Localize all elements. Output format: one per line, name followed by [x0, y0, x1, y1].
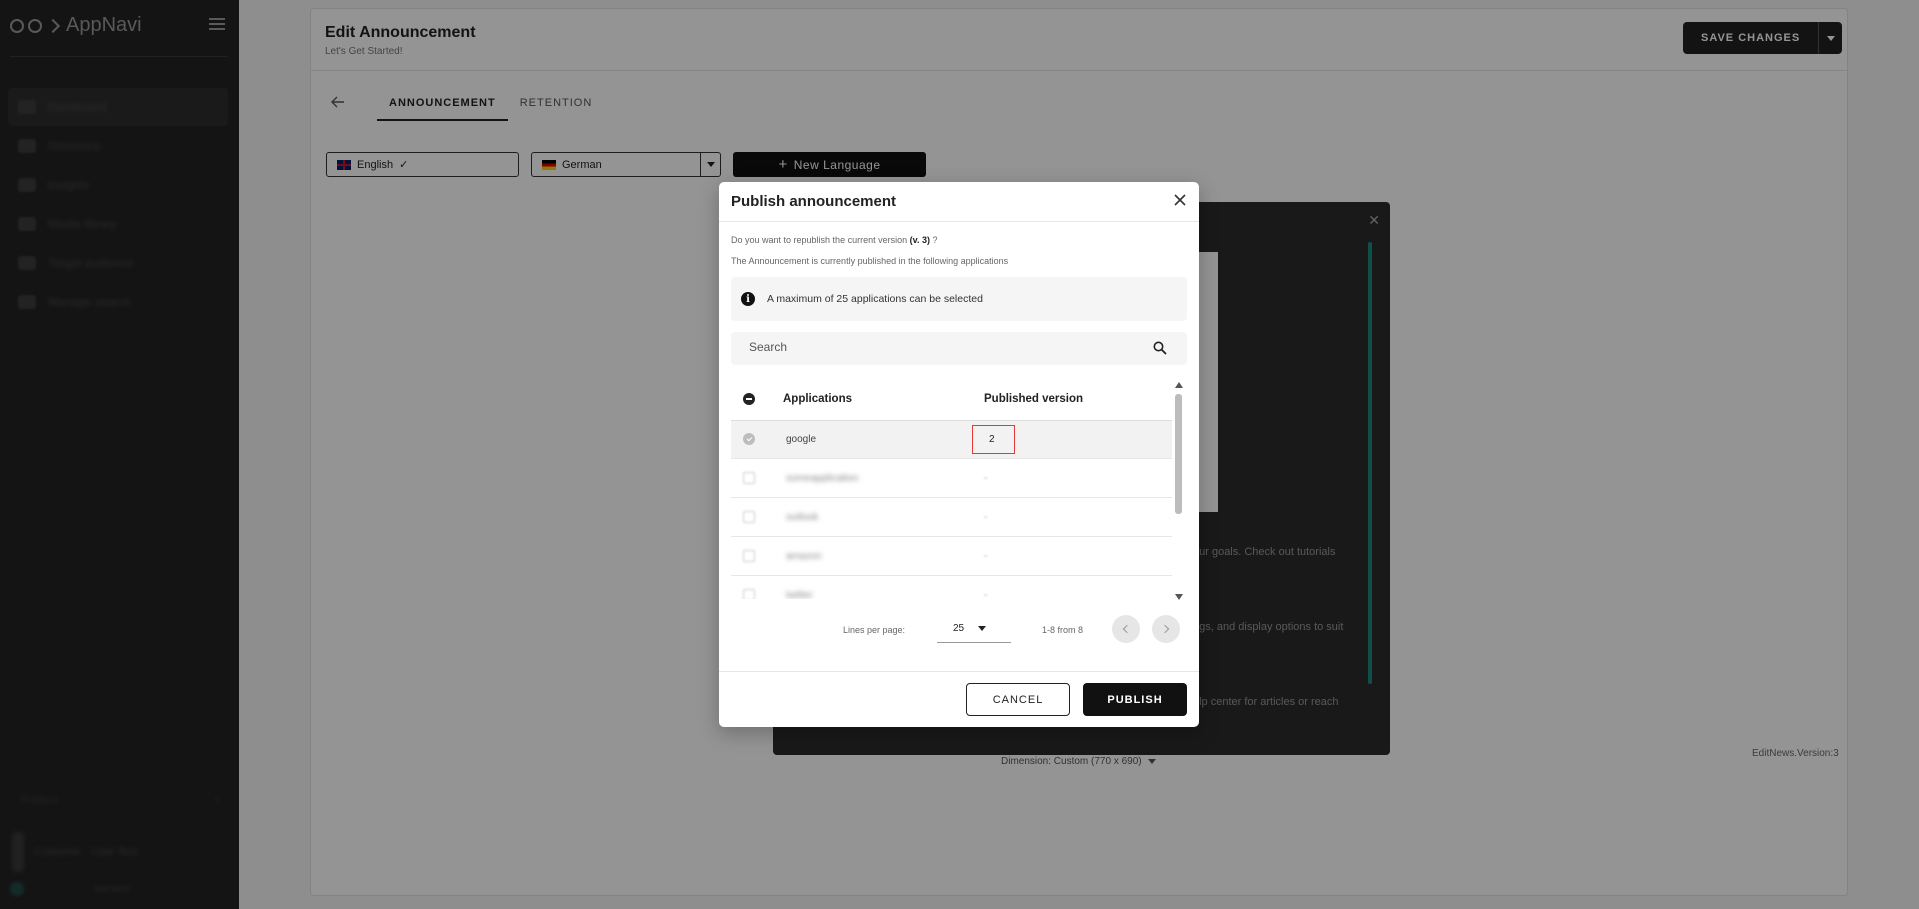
row-version: -	[984, 512, 988, 523]
info-text: A maximum of 25 applications can be sele…	[767, 293, 983, 305]
republish-question: Do you want to republish the current ver…	[731, 235, 937, 245]
applications-table: Applications Published version google 2 …	[731, 381, 1172, 599]
modal-divider	[719, 221, 1199, 222]
modal-footer-divider	[719, 671, 1199, 672]
info-icon: i	[741, 292, 755, 306]
deselect-all-checkbox[interactable]	[743, 393, 755, 405]
search-icon[interactable]	[1153, 341, 1167, 355]
next-page-button[interactable]	[1152, 615, 1180, 643]
version-label: (v. 3)	[909, 235, 930, 245]
pagination: Lines per page: 25 1-8 from 8	[719, 615, 1199, 645]
scroll-thumb[interactable]	[1175, 394, 1182, 514]
row-app-name: twitter	[786, 590, 813, 599]
cancel-button[interactable]: CANCEL	[966, 683, 1070, 716]
row-checkbox[interactable]	[743, 472, 755, 484]
publish-modal: Publish announcement Do you want to repu…	[719, 182, 1199, 727]
table-row[interactable]: google 2	[731, 421, 1172, 459]
row-version: -	[984, 473, 988, 484]
info-banner: i A maximum of 25 applications can be se…	[731, 277, 1187, 321]
row-app-name: google	[786, 434, 817, 445]
table-row[interactable]: someapplication -	[731, 460, 1172, 498]
lines-per-page-label: Lines per page:	[843, 625, 906, 635]
chevron-left-icon	[1122, 624, 1132, 634]
table-row[interactable]: outlook -	[731, 499, 1172, 537]
lines-per-page-value: 25	[953, 623, 965, 634]
table-row[interactable]: amazon -	[731, 538, 1172, 576]
published-info: The Announcement is currently published …	[731, 256, 1009, 266]
chevron-right-icon	[1160, 624, 1170, 634]
previous-page-button[interactable]	[1112, 615, 1140, 643]
row-app-name: outlook	[786, 512, 819, 523]
column-published-version: Published version	[984, 393, 1084, 405]
version-field[interactable]: 2	[972, 425, 1015, 454]
table-header: Applications Published version	[731, 381, 1172, 421]
scroll-up-icon[interactable]	[1175, 382, 1183, 388]
close-icon[interactable]	[1171, 191, 1189, 209]
row-checkbox[interactable]	[743, 589, 755, 599]
row-app-name: amazon	[786, 551, 822, 562]
chevron-down-icon	[978, 626, 987, 631]
scroll-down-icon[interactable]	[1175, 594, 1183, 600]
row-version: -	[984, 590, 988, 599]
row-checkbox[interactable]	[743, 511, 755, 523]
column-applications: Applications	[783, 393, 853, 405]
table-scrollbar[interactable]	[1174, 382, 1183, 600]
search-field	[731, 332, 1187, 365]
row-app-name: someapplication	[786, 473, 859, 484]
page-count: 1-8 from 8	[1042, 625, 1084, 635]
lines-per-page-select[interactable]: 25	[937, 615, 1011, 643]
publish-button[interactable]: PUBLISH	[1083, 683, 1187, 716]
row-version: -	[984, 551, 988, 562]
question-text: Do you want to republish the current ver…	[731, 235, 908, 245]
row-checkbox[interactable]	[743, 550, 755, 562]
search-input[interactable]	[749, 340, 1129, 354]
modal-title: Publish announcement	[731, 193, 897, 210]
table-row[interactable]: twitter -	[731, 577, 1172, 599]
row-checkbox-checked[interactable]	[743, 433, 755, 445]
question-suffix: ?	[932, 235, 938, 245]
